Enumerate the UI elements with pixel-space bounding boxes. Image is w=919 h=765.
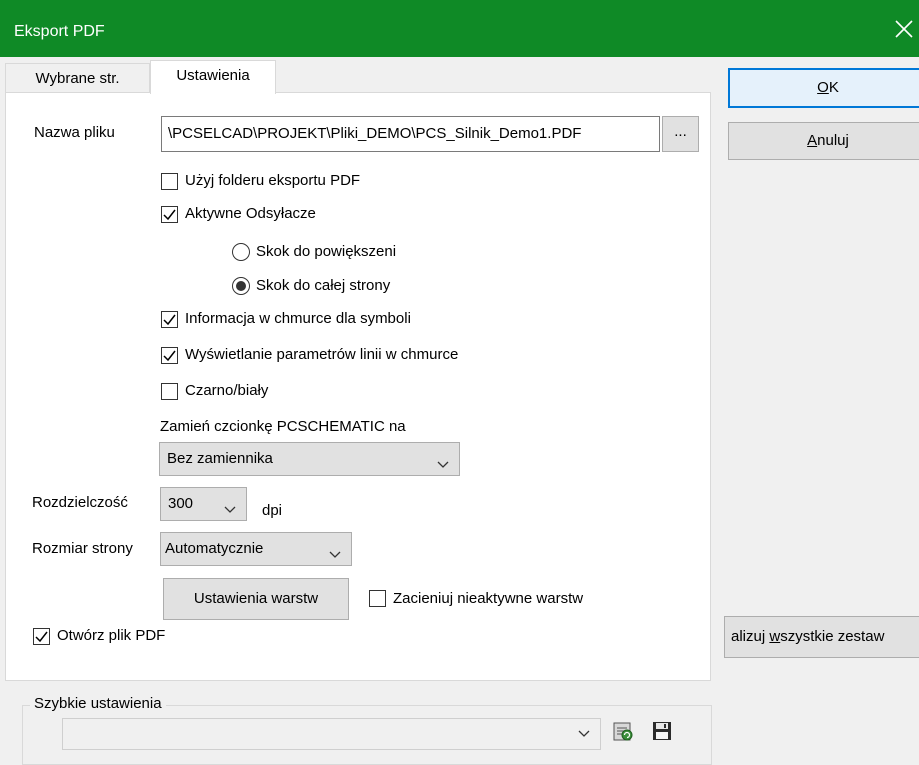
ok-button[interactable]: OK: [728, 68, 919, 108]
save-icon[interactable]: [651, 720, 673, 742]
cancel-mnemonic: A: [807, 132, 818, 149]
ok-label-rest: K: [828, 79, 839, 96]
chevron-down-icon: [223, 497, 237, 529]
shade-inactive-layers-checkbox[interactable]: [369, 590, 386, 607]
browse-button[interactable]: ...: [662, 116, 699, 152]
use-export-folder-checkbox[interactable]: [161, 173, 178, 190]
resolution-value: 300: [168, 495, 194, 512]
tab-settings[interactable]: Ustawienia: [150, 60, 276, 94]
layer-settings-button[interactable]: Ustawienia warstw: [163, 578, 349, 620]
jump-page-label: Skok do całej strony: [256, 277, 391, 294]
checkmark-icon: [163, 314, 176, 326]
close-icon[interactable]: [891, 16, 917, 42]
chevron-down-icon: [577, 727, 591, 745]
jump-zoom-label: Skok do powiększeni: [256, 243, 397, 260]
black-white-label: Czarno/biały: [185, 382, 269, 399]
tooltip-symbols-checkbox[interactable]: [161, 311, 178, 328]
title-bar: Eksport PDF: [0, 0, 919, 57]
open-pdf-label: Otwórz plik PDF: [57, 627, 166, 644]
active-refs-checkbox[interactable]: [161, 206, 178, 223]
open-pdf-checkbox[interactable]: [33, 628, 50, 645]
active-refs-label: Aktywne Odsyłacze: [185, 205, 316, 222]
cancel-label-rest: nuluj: [817, 132, 849, 149]
checkmark-icon: [35, 631, 48, 643]
font-replace-label: Zamień czcionkę PCSCHEMATIC na: [160, 418, 406, 435]
update-all-sets-button[interactable]: alizuj wszystkie zestaw: [724, 616, 919, 658]
use-export-folder-label: Użyj folderu eksportu PDF: [185, 172, 361, 189]
shade-inactive-layers-label: Zacieniuj nieaktywne warstw: [393, 590, 584, 607]
quick-settings-label: Szybkie ustawienia: [30, 695, 166, 712]
page-size-select[interactable]: Automatycznie: [160, 532, 352, 566]
tab-selected-pages[interactable]: Wybrane str.: [5, 63, 150, 92]
update-label-prefix: alizuj: [731, 628, 770, 645]
font-replace-select[interactable]: Bez zamiennika: [159, 442, 460, 476]
page-size-label: Rozmiar strony: [32, 540, 133, 557]
refresh-icon[interactable]: [612, 720, 634, 742]
window-title: Eksport PDF: [14, 23, 105, 40]
cancel-button[interactable]: Anuluj: [728, 122, 919, 160]
tooltip-symbols-label: Informacja w chmurce dla symboli: [185, 310, 411, 327]
quick-settings-select[interactable]: [62, 718, 601, 750]
checkmark-icon: [163, 209, 176, 221]
black-white-checkbox[interactable]: [161, 383, 178, 400]
chevron-down-icon: [328, 542, 342, 574]
ok-mnemonic: O: [817, 79, 829, 96]
jump-page-radio[interactable]: [232, 277, 250, 295]
jump-zoom-radio[interactable]: [232, 243, 250, 261]
resolution-select[interactable]: 300: [160, 487, 247, 521]
page-size-value: Automatycznie: [165, 540, 264, 557]
file-name-label: Nazwa pliku: [34, 124, 115, 141]
checkmark-icon: [163, 350, 176, 362]
resolution-unit: dpi: [262, 502, 283, 519]
update-mnemonic: w: [769, 628, 781, 645]
update-label-rest: szystkie zestaw: [780, 628, 885, 645]
file-name-input[interactable]: \PCSELCAD\PROJEKT\Pliki_DEMO\PCS_Silnik_…: [161, 116, 660, 152]
resolution-label: Rozdzielczość: [32, 494, 128, 511]
line-params-label: Wyświetlanie parametrów linii w chmurce: [185, 346, 459, 363]
font-replace-value: Bez zamiennika: [167, 450, 273, 467]
line-params-checkbox[interactable]: [161, 347, 178, 364]
chevron-down-icon: [436, 452, 450, 484]
